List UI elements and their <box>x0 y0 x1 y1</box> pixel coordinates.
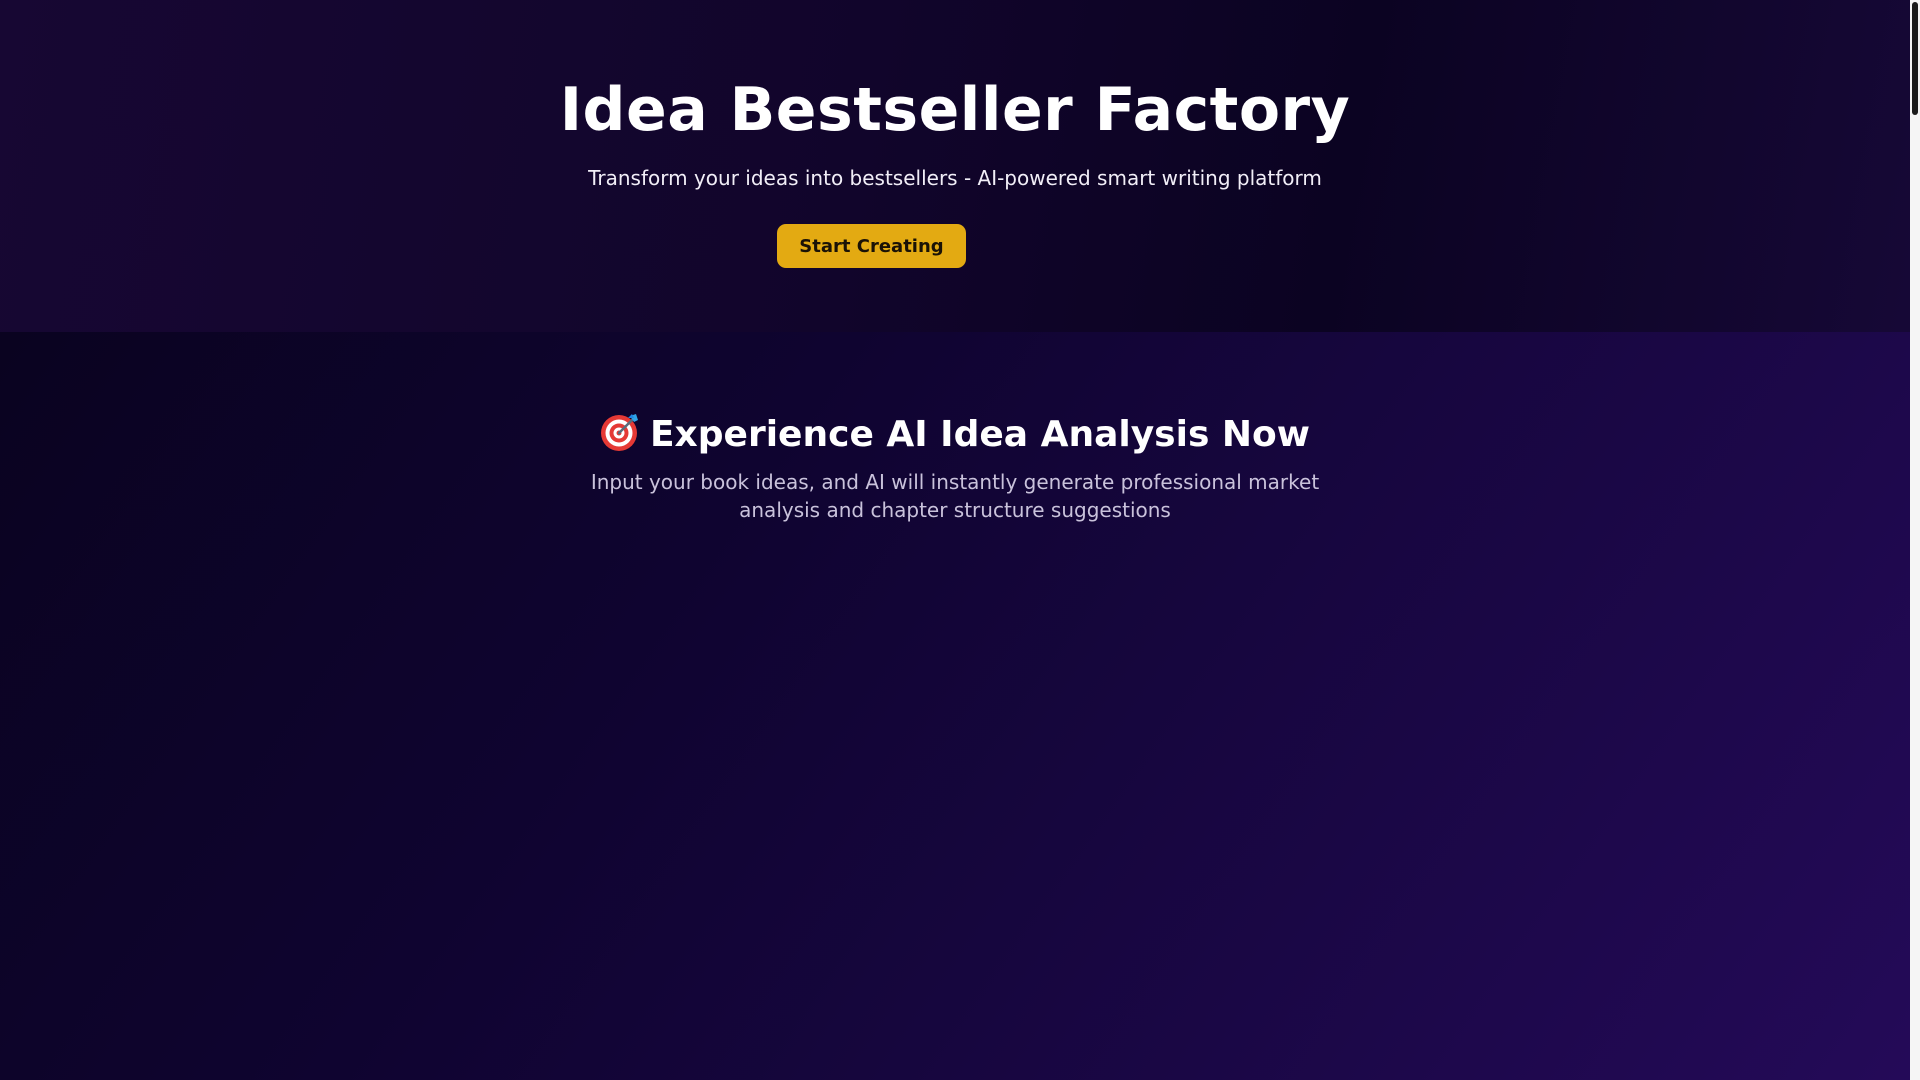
page-title: Idea Bestseller Factory <box>559 75 1351 145</box>
hero-subtitle: Transform your ideas into bestsellers - … <box>588 166 1322 190</box>
hero-section: Idea Bestseller Factory Transform your i… <box>0 0 1910 332</box>
section-heading: Experience AI Idea Analysis Now <box>0 410 1910 460</box>
page-scrollbar[interactable] <box>1910 0 1920 1080</box>
start-creating-button[interactable]: Start Creating <box>777 224 966 268</box>
idea-analysis-section: Experience AI Idea Analysis Now Input yo… <box>0 332 1910 1080</box>
scrollbar-thumb[interactable] <box>1912 2 1918 115</box>
section-heading-text: Experience AI Idea Analysis Now <box>649 414 1311 455</box>
browser-viewport: Idea Bestseller Factory Transform your i… <box>0 0 1920 1080</box>
section-description: Input your book ideas, and AI will insta… <box>590 470 1320 522</box>
landing-page: Idea Bestseller Factory Transform your i… <box>0 0 1910 1080</box>
target-icon <box>600 412 640 452</box>
